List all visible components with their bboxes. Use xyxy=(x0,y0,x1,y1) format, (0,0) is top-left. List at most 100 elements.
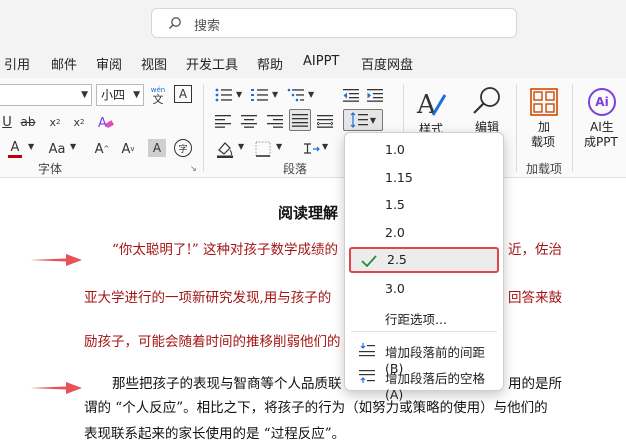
group-label-font: 字体 xyxy=(38,162,63,176)
red-arrow-annotation xyxy=(30,254,82,266)
line-spacing-option[interactable]: 2.0 xyxy=(349,220,499,246)
chevron-down-icon: ▼ xyxy=(369,115,377,125)
underline-button[interactable]: U xyxy=(0,112,14,132)
space-before-icon xyxy=(359,343,375,357)
chevron-down-icon[interactable]: ▼ xyxy=(28,142,34,151)
checkmark-icon xyxy=(361,255,377,267)
align-center-icon[interactable] xyxy=(240,112,258,130)
document-line[interactable]: 励孩子，可能会随着时间的推移削弱他们的 xyxy=(84,330,341,350)
group-separator xyxy=(572,84,573,172)
document-line[interactable]: 那些把孩子的表现与智商等个人品质联 xyxy=(112,372,342,392)
font-name-select[interactable]: ▼ xyxy=(0,84,92,106)
align-left-icon[interactable] xyxy=(214,112,232,130)
tab-review[interactable]: 审阅 xyxy=(96,54,122,73)
tab-baidu-netdisk[interactable]: 百度网盘 xyxy=(361,54,413,73)
chevron-down-icon[interactable]: ▼ xyxy=(272,90,278,99)
chevron-down-icon[interactable]: ▼ xyxy=(276,142,282,151)
line-spacing-options-link[interactable]: 行距选项... xyxy=(349,304,499,330)
title-bar: 搜索 xyxy=(0,0,626,46)
enclose-characters-button[interactable]: 字 xyxy=(174,139,192,157)
font-color-swatch xyxy=(8,155,22,158)
document-line-tail[interactable]: 近，佐治 xyxy=(508,238,562,258)
line-spacing-option[interactable]: 1.5 xyxy=(349,192,499,218)
phonetic-guide-button[interactable]: wén 文 xyxy=(150,84,166,106)
chevron-down-icon[interactable]: ▼ xyxy=(70,142,76,151)
shading-icon[interactable] xyxy=(214,138,236,160)
document-line[interactable]: 表现联系起来的家长使用的是 “过程反应”。 xyxy=(84,422,345,442)
subscript-button[interactable]: x2 xyxy=(46,112,64,132)
ribbon: ▼ 小四 ▼ wén 文 A U ab x2 x2 A A ▼ Aa ▼ A ^ … xyxy=(0,78,626,178)
group-separator xyxy=(516,84,517,172)
line-spacing-option[interactable]: 1.15 xyxy=(349,165,499,191)
space-after-icon xyxy=(359,370,375,383)
addins-icon[interactable] xyxy=(530,88,558,116)
phonetic-char: 文 xyxy=(152,93,164,106)
chevron-down-icon[interactable]: ▼ xyxy=(236,90,242,99)
group-separator xyxy=(203,84,204,172)
decrease-indent-icon[interactable] xyxy=(342,86,360,104)
character-border-button[interactable]: A xyxy=(174,85,192,103)
line-spacing-button[interactable]: ▼ xyxy=(343,109,383,131)
addins-label-line1[interactable]: 加 xyxy=(538,120,550,135)
chevron-down-icon: ▼ xyxy=(81,90,88,100)
chevron-down-icon: ▼ xyxy=(133,90,140,100)
chevron-down-icon[interactable]: ▼ xyxy=(238,142,244,151)
line-spacing-option[interactable]: 3.0 xyxy=(349,276,499,302)
tab-references[interactable]: 引用 xyxy=(4,54,30,73)
shrink-font-button[interactable]: Av xyxy=(118,138,138,160)
dialog-launcher-icon[interactable]: ↘ xyxy=(190,164,197,173)
justify-icon[interactable] xyxy=(289,109,311,131)
addins-label-line2[interactable]: 载项 xyxy=(531,135,555,150)
document-page: 阅读理解 “你太聪明了!” 这种对孩子数学成绩的 近，佐治 亚大学进行的一项新研… xyxy=(0,178,626,443)
change-case-button[interactable]: Aa xyxy=(46,138,68,160)
ai-ppt-icon[interactable]: Ai xyxy=(588,88,616,116)
document-line[interactable]: 亚大学进行的一项新研究发现,用与孩子的 xyxy=(84,286,331,306)
grow-font-button[interactable]: A ^ xyxy=(92,138,112,160)
line-spacing-dropdown: 1.0 1.15 1.5 2.0 2.5 3.0 行距选项... 增加段落前的间… xyxy=(344,132,504,402)
ai-ppt-label-line1[interactable]: AI生 xyxy=(590,120,614,135)
font-color-button[interactable]: A xyxy=(4,138,26,160)
tab-help[interactable]: 帮助 xyxy=(257,54,283,73)
align-right-icon[interactable] xyxy=(266,112,284,130)
character-shading-button[interactable]: A xyxy=(148,139,166,157)
ribbon-tabs: 引用 邮件 审阅 视图 开发工具 帮助 AIPPT 百度网盘 xyxy=(0,46,626,78)
document-line-tail[interactable]: 回答来鼓 xyxy=(508,286,562,306)
chinese-layout-icon[interactable] xyxy=(300,138,322,160)
group-label-paragraph: 段落 xyxy=(283,162,308,176)
chevron-down-icon[interactable]: ▼ xyxy=(322,142,328,151)
search-placeholder: 搜索 xyxy=(194,19,221,34)
chevron-down-icon[interactable]: ▼ xyxy=(308,90,314,99)
red-arrow-annotation xyxy=(30,382,82,394)
tab-view[interactable]: 视图 xyxy=(141,54,167,73)
distributed-icon[interactable] xyxy=(316,112,334,130)
borders-icon[interactable] xyxy=(252,138,274,160)
bullets-icon[interactable] xyxy=(214,86,234,104)
font-size-select[interactable]: 小四 ▼ xyxy=(96,84,144,106)
line-spacing-option[interactable]: 1.0 xyxy=(349,137,499,163)
svg-text:A: A xyxy=(98,116,107,130)
ai-ppt-label-line2[interactable]: 成PPT xyxy=(584,135,618,150)
styles-icon[interactable]: A xyxy=(414,86,448,120)
numbering-icon[interactable] xyxy=(250,86,270,104)
menu-separator xyxy=(351,331,497,332)
add-space-before-paragraph[interactable]: 增加段落前的间距(B) xyxy=(349,337,499,376)
font-size-value: 小四 xyxy=(101,88,126,102)
multilevel-list-icon[interactable] xyxy=(286,86,306,104)
tab-developer[interactable]: 开发工具 xyxy=(186,54,238,73)
clear-formatting-icon[interactable]: A xyxy=(96,112,116,132)
tab-mailings[interactable]: 邮件 xyxy=(51,54,77,73)
document-line-tail[interactable]: 用的是所 xyxy=(508,372,562,392)
search-icon xyxy=(169,17,181,29)
tab-aippt[interactable]: AIPPT xyxy=(303,54,339,69)
strikethrough-button[interactable]: ab xyxy=(18,112,38,132)
find-icon[interactable] xyxy=(470,84,504,118)
group-label-addins: 加载项 xyxy=(526,162,563,176)
document-title: 阅读理解 xyxy=(278,204,339,222)
document-line[interactable]: “你太聪明了!” 这种对孩子数学成绩的 xyxy=(112,238,338,258)
search-box[interactable]: 搜索 xyxy=(151,8,517,38)
ai-badge-text: Ai xyxy=(595,95,609,109)
superscript-button[interactable]: x2 xyxy=(70,112,88,132)
add-space-after-paragraph[interactable]: 增加段落后的空格(A) xyxy=(349,363,499,402)
line-spacing-option-selected[interactable]: 2.5 xyxy=(349,247,499,273)
increase-indent-icon[interactable] xyxy=(366,86,384,104)
